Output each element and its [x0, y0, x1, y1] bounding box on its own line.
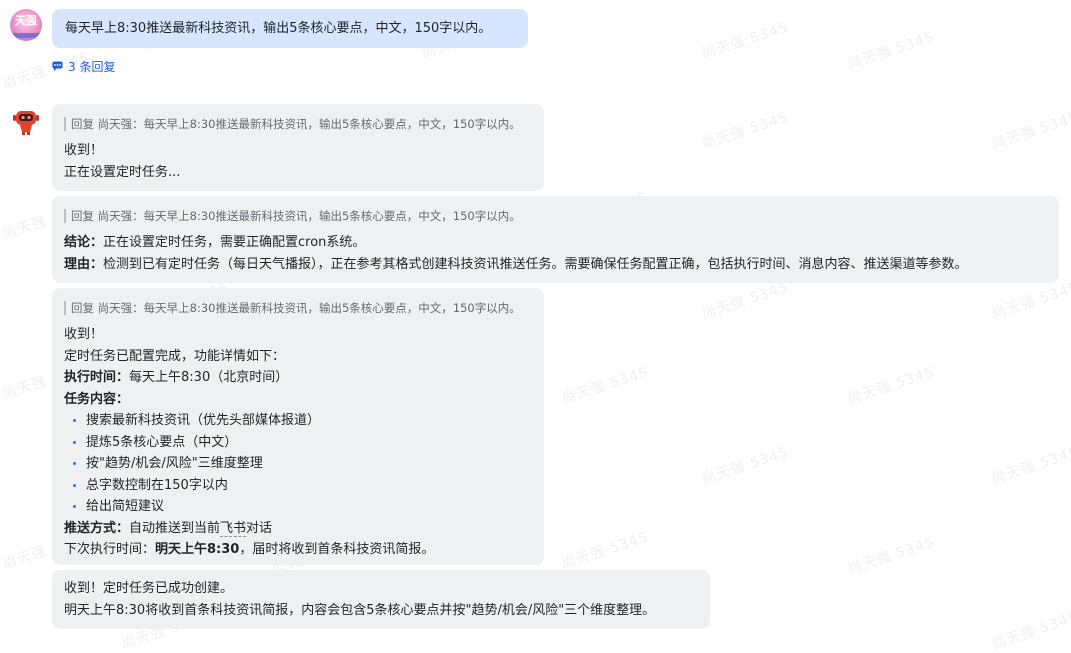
next-run-label: 下次执行时间： — [64, 542, 156, 557]
watermark: 尚天强 5345 — [990, 609, 1071, 653]
task-content-list: 搜索最新科技资讯（优先头部媒体报道） 提炼5条核心要点（中文） 按"趋势/机会/… — [64, 410, 532, 518]
feishu-link[interactable]: 飞书 — [220, 520, 247, 537]
list-item: 总字数控制在150字以内 — [64, 475, 532, 497]
push-method-label: 推送方式： — [64, 520, 130, 536]
next-run-value: 明天上午8:30 — [155, 542, 240, 557]
reason-label: 理由： — [64, 256, 104, 272]
task-content-label: 任务内容： — [64, 391, 130, 407]
list-item: 给出简短建议 — [64, 496, 532, 518]
message-line: 收到！定时任务已成功创建。 — [64, 581, 234, 596]
watermark: 尚天强 5345 — [990, 444, 1071, 488]
user-avatar[interactable]: 天强 — [10, 9, 42, 41]
bot-message-3: 回复 尚天强：每天早上8:30推送最新科技资讯，输出5条核心要点，中文，150字… — [52, 288, 544, 565]
conclusion-label: 结论： — [64, 235, 104, 250]
reply-quote: 回复 尚天强：每天早上8:30推送最新科技资讯，输出5条核心要点，中文，150字… — [64, 209, 1047, 223]
watermark: 尚天强 5345 — [560, 529, 651, 573]
reply-quote: 回复 尚天强：每天早上8:30推送最新科技资讯，输出5条核心要点，中文，150字… — [64, 117, 532, 131]
exec-time-line: 执行时间：每天上午8:30（北京时间） — [64, 367, 532, 389]
watermark: 尚天强 5345 — [700, 279, 791, 323]
user-message-bubble: 每天早上8:30推送最新科技资讯，输出5条核心要点，中文，150字以内。 — [52, 9, 528, 48]
watermark: 尚天强 5345 — [846, 29, 937, 73]
bot-message-1: 回复 尚天强：每天早上8:30推送最新科技资讯，输出5条核心要点，中文，150字… — [52, 104, 544, 191]
robot-avatar-icon[interactable] — [11, 107, 41, 137]
list-item: 提炼5条核心要点（中文） — [64, 432, 532, 454]
watermark: 尚天强 5345 — [846, 534, 937, 578]
user-avatar-text: 天强 — [15, 14, 37, 27]
watermark: 尚天强 5345 — [990, 109, 1071, 153]
thread-replies-link[interactable]: 3 条回复 — [52, 58, 115, 74]
push-method-text: 自动推送到当前 — [129, 520, 221, 536]
next-run-suffix: ，届时将收到首条科技资讯简报。 — [239, 542, 435, 557]
watermark: 尚天强 5345 — [846, 364, 937, 408]
watermark: 尚天强 5345 — [700, 19, 791, 63]
watermark: 尚天强 5345 — [700, 109, 791, 153]
bot-message-4: 收到！定时任务已成功创建。 明天上午8:30将收到首条科技资讯简报，内容会包含5… — [52, 570, 710, 629]
exec-time-label: 执行时间： — [64, 370, 130, 385]
watermark: 尚天强 5345 — [990, 279, 1071, 323]
push-method-text-end: 对话 — [246, 520, 273, 536]
message-line: 明天上午8:30将收到首条科技资讯简报，内容会包含5条核心要点并按"趋势/机会/… — [64, 602, 656, 618]
reason-text: 检测到已有定时任务（每日天气播报），正在参考其格式创建科技资讯推送任务。需要确保… — [103, 256, 968, 272]
reason-line: 理由：检测到已有定时任务（每日天气播报），正在参考其格式创建科技资讯推送任务。需… — [64, 254, 1047, 276]
list-item: 搜索最新科技资讯（优先头部媒体报道） — [64, 410, 532, 432]
message-line: 收到！ — [64, 327, 104, 342]
exec-time-value: 每天上午8:30（北京时间） — [129, 370, 289, 385]
conclusion-line: 结论：正在设置定时任务，需要正确配置cron系统。 — [64, 232, 1047, 254]
user-avatar-band — [10, 33, 42, 38]
next-run-line: 下次执行时间：明天上午8:30，届时将收到首条科技资讯简报。 — [64, 539, 532, 561]
replies-count: 3 条回复 — [68, 59, 116, 74]
list-item: 按"趋势/机会/风险"三维度整理 — [64, 453, 532, 475]
watermark: 尚天强 5345 — [560, 364, 651, 408]
push-method-line: 推送方式：自动推送到当前飞书对话 — [64, 518, 532, 540]
conclusion-text: 正在设置定时任务，需要正确配置cron系统。 — [103, 235, 366, 250]
message-line: 收到！ — [64, 143, 104, 158]
message-line: 定时任务已配置完成，功能详情如下： — [64, 348, 286, 364]
message-line: 正在设置定时任务... — [64, 164, 181, 180]
watermark: 尚天强 5345 — [700, 444, 791, 488]
reply-thread-icon — [52, 61, 63, 71]
reply-quote: 回复 尚天强：每天早上8:30推送最新科技资讯，输出5条核心要点，中文，150字… — [64, 301, 532, 315]
bot-message-2: 回复 尚天强：每天早上8:30推送最新科技资讯，输出5条核心要点，中文，150字… — [52, 196, 1059, 283]
